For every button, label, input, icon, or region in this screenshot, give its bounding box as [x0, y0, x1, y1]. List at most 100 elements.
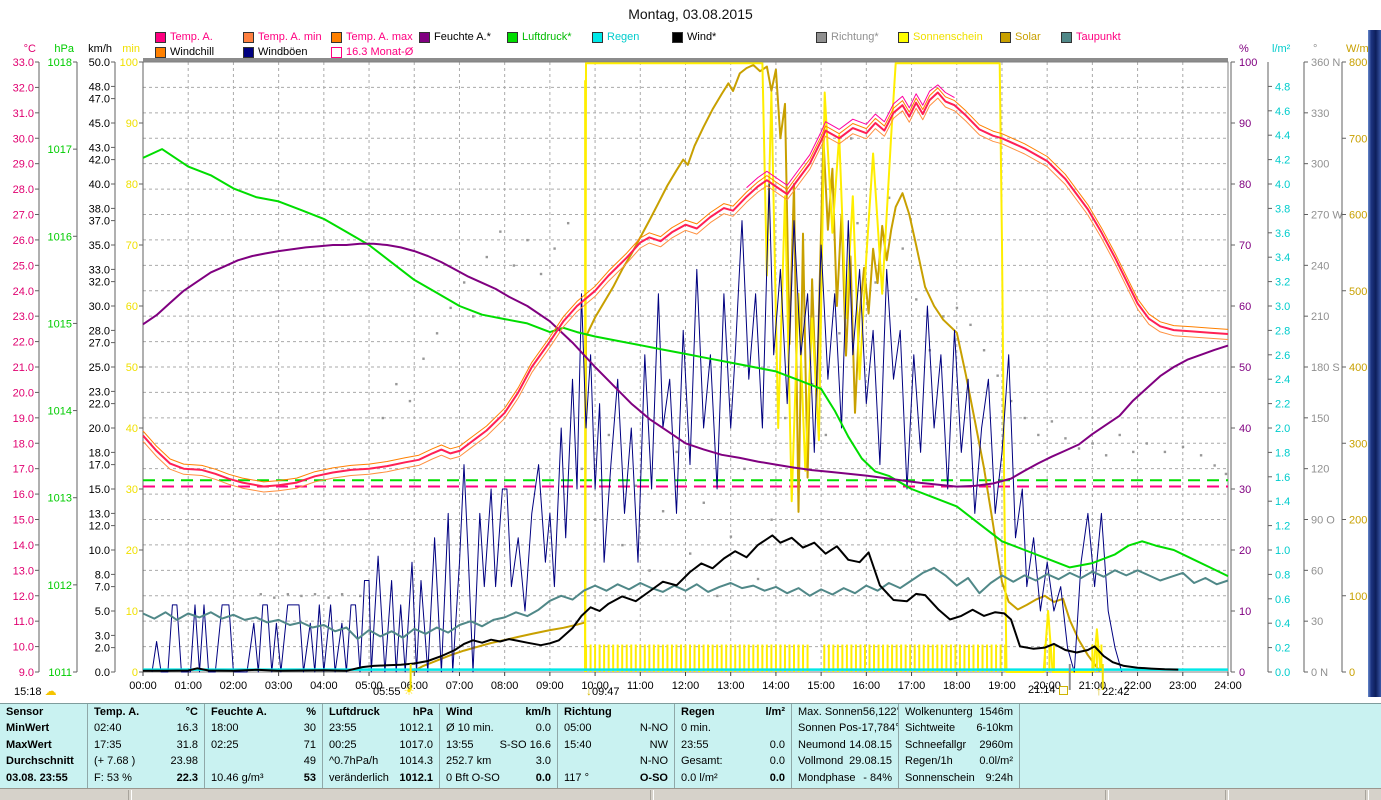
- axis-label-deg: 240: [1311, 260, 1329, 272]
- axis-label-deg: 60: [1311, 565, 1323, 577]
- axis-label-deg: 180 S: [1311, 362, 1340, 374]
- axis-label-lm2: 0.8: [1275, 569, 1290, 581]
- axis-label-kmh: 17.0: [89, 460, 110, 472]
- axis-label-wm2: 300: [1349, 438, 1367, 450]
- axis-label-degC: 28.0: [13, 184, 34, 196]
- axis-label-lm2: 3.6: [1275, 228, 1290, 240]
- axis-label-degC: 31.0: [13, 108, 34, 120]
- axis-unit-deg: °: [1313, 43, 1317, 55]
- axis-label-lm2: 1.4: [1275, 496, 1290, 508]
- axis-label-degC: 25.0: [13, 260, 34, 272]
- annotation-22-42: ↑22:42: [1096, 684, 1130, 698]
- axis-label-lm2: 4.0: [1275, 179, 1290, 191]
- axis-label-degC: 20.0: [13, 387, 34, 399]
- table-col-sensor: Sensor MinWert MaxWert Durchschnitt 03.08. 2…: [0, 704, 88, 789]
- axis-label-wm2: 700: [1349, 133, 1367, 145]
- axis-label-pct: 70: [1239, 240, 1251, 252]
- table-row: 03.08. 23:55: [6, 771, 68, 784]
- axis-label-degC: 30.0: [13, 133, 34, 145]
- axis-label-degC: 15.0: [13, 515, 34, 527]
- time-label: 23:00: [1169, 680, 1197, 692]
- axis-label-kmh: 35.0: [89, 240, 110, 252]
- axis-label-degC: 23.0: [13, 311, 34, 323]
- axis-label-deg: 0 N: [1311, 667, 1328, 679]
- table-row: 0 Bft O-SO 0.0: [446, 771, 551, 784]
- stats-table: Sensor MinWert MaxWert Durchschnitt 03.08. 2…: [0, 703, 1381, 790]
- axis-label-wm2: 500: [1349, 286, 1367, 298]
- axis-label-minax: 80: [126, 179, 138, 191]
- axis-label-lm2: 1.6: [1275, 472, 1290, 484]
- axis-label-wm2: 800: [1349, 57, 1367, 69]
- axis-label-deg: 270 W: [1311, 210, 1343, 222]
- time-label: 18:00: [943, 680, 971, 692]
- axis-label-wm2: 200: [1349, 515, 1367, 527]
- axis-label-deg: 360 N: [1311, 57, 1340, 69]
- axis-label-degC: 17.0: [13, 464, 34, 476]
- table-row: 23:55 1012.1: [329, 722, 433, 735]
- axis-label-hPa: 1016: [48, 231, 72, 243]
- axis-label-degC: 12.0: [13, 591, 34, 603]
- table-col-regen: Regen l/m² 0 min. 23:55 0.0 Gesamt: 0.0 0.0 l/m…: [675, 704, 792, 789]
- axis-label-minax: 50: [126, 362, 138, 374]
- axis-label-lm2: 2.2: [1275, 399, 1290, 411]
- axis-label-kmh: 5.0: [95, 606, 110, 618]
- time-label: 04:00: [310, 680, 338, 692]
- axis-label-kmh: 30.0: [89, 301, 110, 313]
- axis-label-kmh: 28.0: [89, 325, 110, 337]
- time-label: 14:00: [762, 680, 790, 692]
- table-row: veränderlich 1012.1: [329, 771, 433, 784]
- sun-icon: ☀: [403, 684, 415, 698]
- table-col-astro: Max. Sonnen 56,122° Sonnen Pos -17,784° Neum…: [792, 704, 899, 789]
- axis-label-kmh: 22.0: [89, 399, 110, 411]
- time-label: 09:00: [536, 680, 564, 692]
- table-row: 15:40 NW: [564, 738, 668, 751]
- axis-label-wm2: 400: [1349, 362, 1367, 374]
- axis-label-minax: 20: [126, 545, 138, 557]
- table-col-wind: Wind km/h Ø 10 min. 0.0 13:55 S-SO 16.6 252.7 …: [440, 704, 558, 789]
- axis-label-degC: 22.0: [13, 337, 34, 349]
- table-row: 13:55 S-SO 16.6: [446, 738, 551, 751]
- time-label: 16:00: [853, 680, 881, 692]
- axis-unit-hPa: hPa: [54, 43, 74, 55]
- axis-label-pct: 20: [1239, 545, 1251, 557]
- axis-label-kmh: 25.0: [89, 362, 110, 374]
- table-col-weather: Wolkenunterg 1546m Sichtweite 6-10km Schneef…: [899, 704, 1020, 789]
- axis-label-kmh: 40.0: [89, 179, 110, 191]
- axis-label-lm2: 4.8: [1275, 81, 1290, 93]
- axis-label-kmh: 15.0: [89, 484, 110, 496]
- table-col-temp-a-: Temp. A. °C 02:40 16.3 17:35 31.8 (+ 7.68 ) 23.…: [88, 704, 205, 789]
- table-row: Durchschnitt: [6, 755, 74, 768]
- axis-label-hPa: 1017: [48, 144, 72, 156]
- time-label: 11:00: [627, 680, 654, 692]
- axis-label-deg: 330: [1311, 108, 1329, 120]
- table-row: 252.7 km 3.0: [446, 755, 551, 768]
- axis-label-minax: 60: [126, 301, 138, 313]
- table-row: Richtung: [564, 706, 612, 718]
- time-label: 07:00: [446, 680, 474, 692]
- annotation-09-47: ↓09:47: [586, 684, 620, 698]
- axis-label-kmh: 23.0: [89, 386, 110, 398]
- status-bar: [0, 788, 1381, 800]
- weather-chart: °C33.032.031.030.029.028.027.026.025.024…: [13, 43, 1373, 692]
- table-row: Sichtweite 6-10km: [905, 722, 1013, 735]
- axis-label-deg: 30: [1311, 616, 1323, 628]
- axis-label-kmh: 2.0: [95, 643, 110, 655]
- axis-label-minax: 0: [132, 667, 138, 679]
- annotation-21-14: 21:14: [1028, 684, 1068, 696]
- axis-label-kmh: 38.0: [89, 203, 110, 215]
- axis-label-degC: 14.0: [13, 540, 34, 552]
- axis-label-kmh: 13.0: [89, 508, 110, 520]
- table-row: 49: [303, 755, 316, 768]
- table-row: 02:25 71: [211, 738, 316, 751]
- table-row: Feuchte A.%: [211, 706, 316, 718]
- axis-label-degC: 29.0: [13, 159, 34, 171]
- axis-label-degC: 9.0: [19, 667, 34, 679]
- time-label: 15:00: [807, 680, 835, 692]
- axis-label-lm2: 1.0: [1275, 545, 1290, 557]
- axis-label-degC: 21.0: [13, 362, 34, 374]
- axis-label-kmh: 47.0: [89, 94, 110, 106]
- axis-label-degC: 19.0: [13, 413, 34, 425]
- table-row: MinWert: [6, 722, 50, 735]
- axis-label-kmh: 32.0: [89, 277, 110, 289]
- table-row: 117 ° O-SO: [564, 771, 668, 784]
